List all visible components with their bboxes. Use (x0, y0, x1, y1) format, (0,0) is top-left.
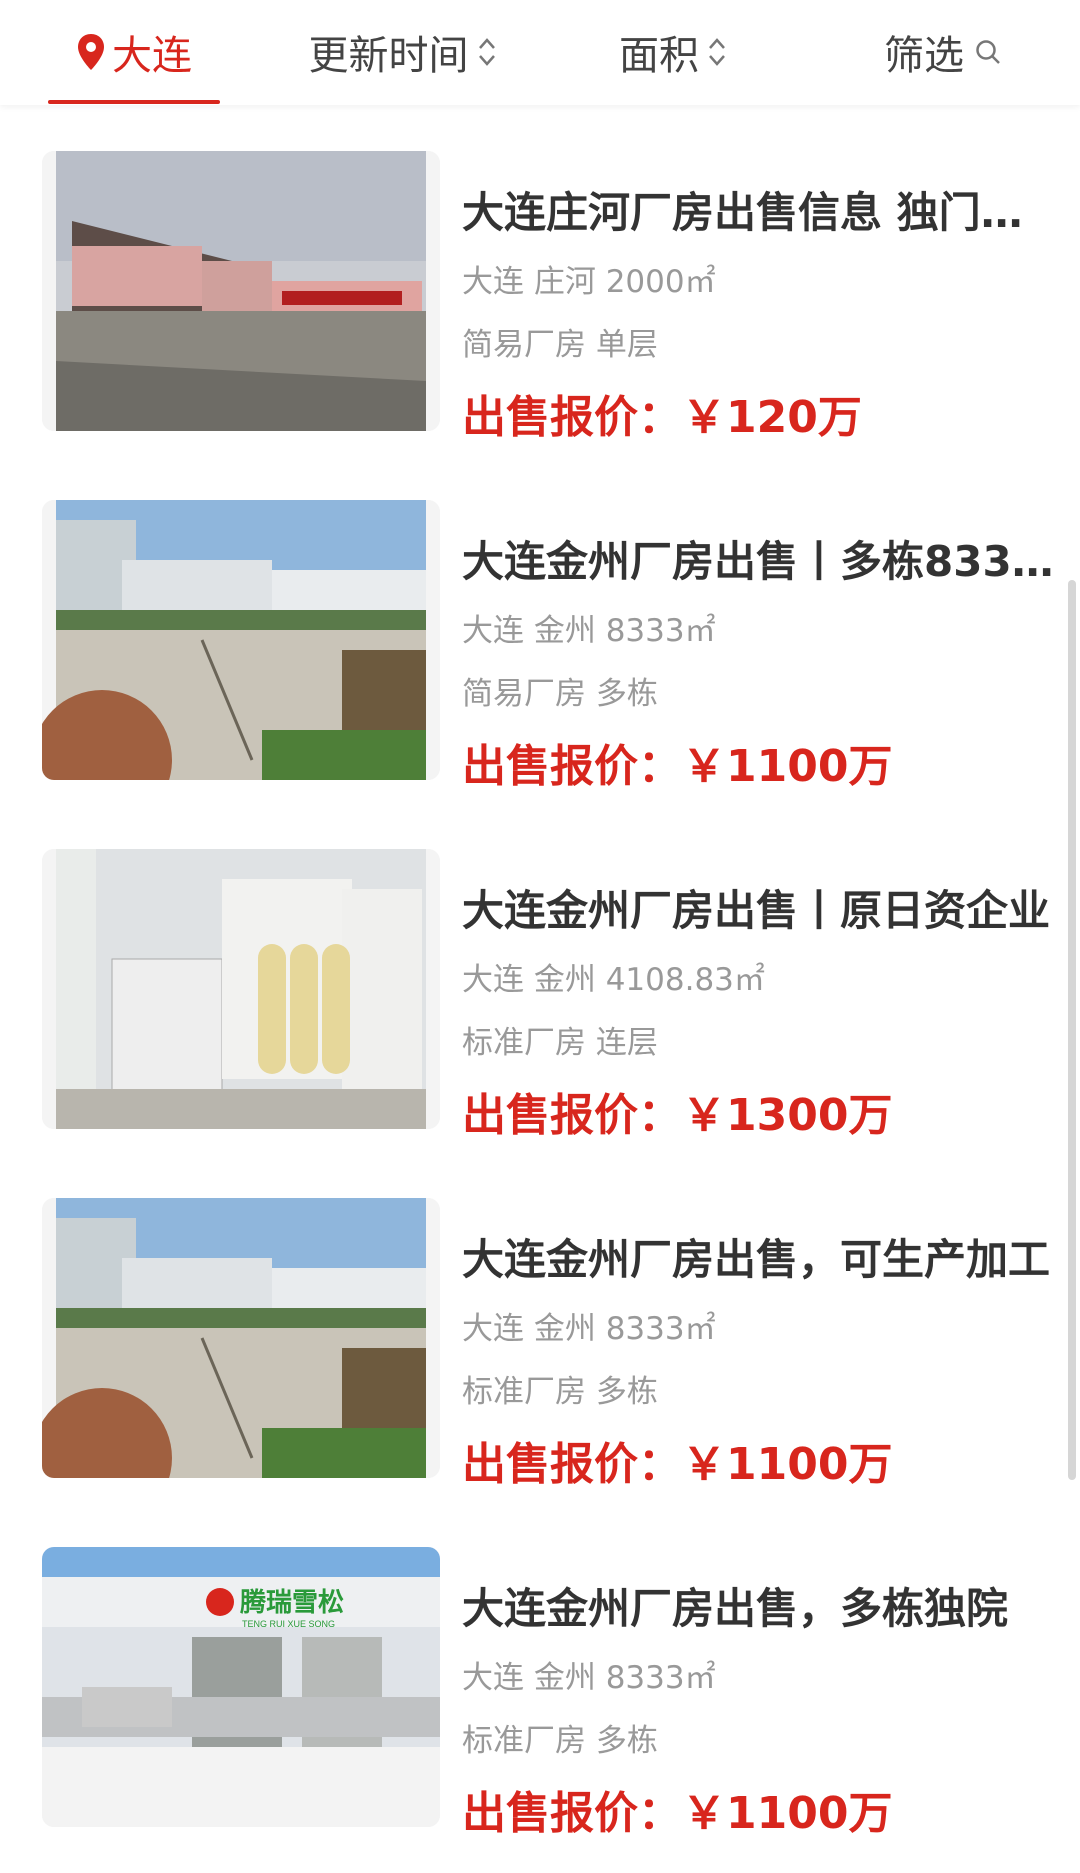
tab-filter-label: 筛选 (884, 33, 964, 79)
filter-bar: 大连 更新时间 面积 筛选 (0, 0, 1080, 105)
sort-icon (707, 35, 727, 69)
listing-location-area: 大连 金州 8333㎡ (462, 1660, 716, 1696)
listing-card[interactable]: 大连金州厂房出售丨原日资企业 大连 金州 4108.83㎡ 标准厂房 连层 出售… (42, 849, 1050, 1141)
listing-price: 出售报价：￥1100万 (462, 1788, 893, 1839)
listing-price: 出售报价：￥120万 (462, 392, 862, 443)
listing-thumbnail (42, 1198, 440, 1478)
thumb-logo-pinyin: TENG RUI XUE SONG (242, 1619, 335, 1629)
scrollbar[interactable] (1068, 580, 1076, 1480)
listing-price: 出售报价：￥1300万 (462, 1090, 893, 1141)
search-icon (974, 38, 1002, 66)
listing-location-area: 大连 庄河 2000㎡ (462, 264, 716, 300)
listing-thumbnail (42, 500, 440, 780)
listing-type: 标准厂房 多栋 (462, 1723, 658, 1759)
listing-location-area: 大连 金州 4108.83㎡ (462, 962, 765, 998)
thumb-logo-text: 腾瑞雪松 (240, 1587, 344, 1617)
tab-update-time-label: 更新时间 (308, 33, 469, 79)
listing-price: 出售报价：￥1100万 (462, 1439, 893, 1490)
listing-thumbnail: 腾瑞雪松 TENG RUI XUE SONG (42, 1547, 440, 1827)
listing-thumbnail (42, 151, 440, 431)
listing-type: 简易厂房 多栋 (462, 676, 658, 712)
active-tab-indicator (48, 100, 220, 104)
listing-type: 标准厂房 连层 (462, 1025, 658, 1061)
listing-type: 标准厂房 多栋 (462, 1374, 658, 1410)
listing-type: 简易厂房 单层 (462, 327, 658, 363)
listing-card[interactable]: 大连庄河厂房出售信息 独门独院 大连 庄河 2000㎡ 简易厂房 单层 出售报价… (42, 151, 1062, 443)
location-pin-icon (76, 33, 106, 71)
listing-card[interactable]: 大连金州厂房出售丨多栋8333平 大连 金州 8333㎡ 简易厂房 多栋 出售报… (42, 500, 1062, 792)
listing-card[interactable]: 腾瑞雪松 TENG RUI XUE SONG 大连金州厂房出售，多栋独院 大连 … (42, 1547, 1042, 1839)
tab-city-label: 大连 (112, 33, 192, 79)
sort-icon (477, 35, 497, 69)
listing-location-area: 大连 金州 8333㎡ (462, 1311, 716, 1347)
tab-area-label: 面积 (619, 33, 699, 79)
listing-thumbnail (42, 849, 440, 1129)
listing-title: 大连金州厂房出售丨原日资企业 (462, 886, 1051, 935)
listing-title: 大连金州厂房出售，多栋独院 (462, 1584, 1009, 1633)
listing-title: 大连金州厂房出售丨多栋8333平 (462, 537, 1062, 586)
tab-city[interactable]: 大连 (48, 0, 220, 104)
tab-area[interactable]: 面积 (608, 0, 738, 104)
tab-filter[interactable]: 筛选 (878, 0, 1008, 104)
tab-update-time[interactable]: 更新时间 (295, 0, 510, 104)
listing-title: 大连庄河厂房出售信息 独门独院 (462, 188, 1062, 237)
listing-location-area: 大连 金州 8333㎡ (462, 613, 716, 649)
listing-title: 大连金州厂房出售，可生产加工 (462, 1235, 1051, 1284)
listing-price: 出售报价：￥1100万 (462, 741, 893, 792)
listing-card[interactable]: 大连金州厂房出售，可生产加工 大连 金州 8333㎡ 标准厂房 多栋 出售报价：… (42, 1198, 1050, 1490)
